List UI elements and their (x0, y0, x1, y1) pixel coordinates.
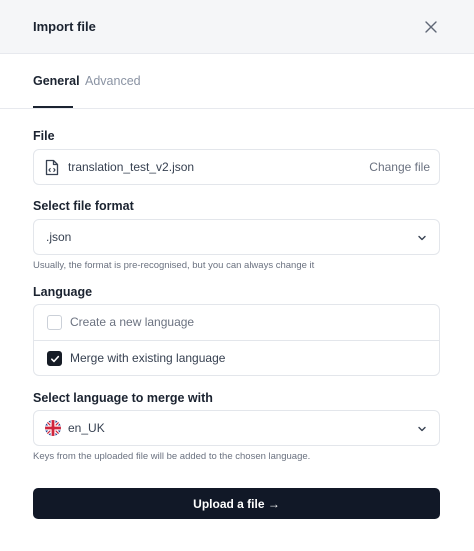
language-label: Language (33, 285, 93, 299)
close-button[interactable] (420, 16, 442, 38)
merge-language-select[interactable]: en_UK (33, 410, 440, 446)
merge-language-label: Merge with existing language (70, 351, 226, 365)
merge-language-checkbox[interactable] (47, 351, 62, 366)
format-label: Select file format (33, 199, 134, 213)
create-language-checkbox[interactable] (47, 315, 62, 330)
file-name: translation_test_v2.json (68, 160, 195, 174)
language-options: Create a new language Merge with existin… (33, 304, 440, 376)
merge-label: Select language to merge with (33, 391, 213, 405)
uk-flag-icon (45, 420, 61, 436)
checkmark-icon (50, 355, 59, 362)
option-create-new-language[interactable]: Create a new language (34, 305, 439, 341)
file-label: File (33, 129, 55, 143)
chevron-down-icon (418, 426, 426, 432)
dialog-header: Import file (0, 0, 474, 54)
close-icon (425, 21, 437, 33)
format-select[interactable]: .json (33, 219, 440, 255)
format-hint: Usually, the format is pre-recognised, b… (33, 260, 315, 271)
merge-language-value: en_UK (68, 421, 105, 435)
active-tab-indicator (33, 106, 73, 108)
tab-general[interactable]: General (33, 74, 80, 88)
create-language-label: Create a new language (70, 315, 195, 329)
dialog-title: Import file (33, 19, 96, 34)
merge-hint: Keys from the uploaded file will be adde… (33, 451, 311, 462)
format-select-value: .json (46, 230, 72, 244)
file-field: translation_test_v2.json Change file (33, 149, 440, 185)
change-file-button[interactable]: Change file (369, 160, 430, 174)
upload-file-button[interactable]: Upload a file → (33, 488, 440, 519)
chevron-down-icon (418, 235, 426, 241)
tab-bar: General Advanced (0, 54, 474, 109)
file-icon (45, 159, 59, 176)
option-merge-existing-language[interactable]: Merge with existing language (34, 341, 439, 377)
tab-advanced[interactable]: Advanced (85, 74, 141, 88)
